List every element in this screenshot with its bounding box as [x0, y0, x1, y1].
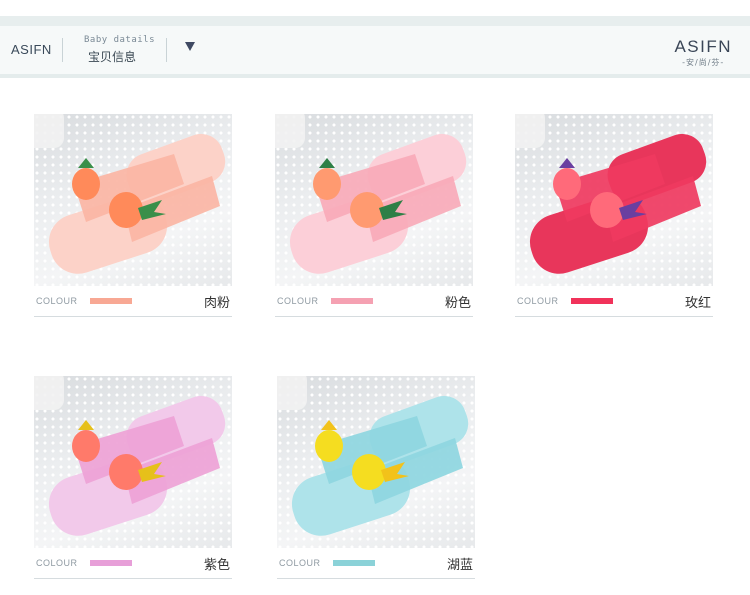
divider-line — [275, 316, 473, 317]
color-name: 湖蓝 — [446, 558, 473, 573]
product-photo — [515, 114, 713, 286]
colour-label: COLOUR — [36, 296, 78, 306]
logo-text: ASIFN — [674, 37, 732, 56]
color-name: 玫红 — [684, 296, 711, 311]
product-photo — [34, 376, 232, 548]
brand-logo: ASIFN -安/尚/芬- — [674, 37, 732, 68]
divider-line — [515, 316, 713, 317]
section-subtitle-en: Baby datails — [84, 35, 156, 45]
product-card: COLOUR 粉色 — [275, 114, 473, 317]
divider-line — [277, 578, 475, 579]
product-photo — [277, 376, 475, 548]
divider — [166, 38, 167, 62]
slipper-image — [291, 395, 469, 536]
color-row: COLOUR 湖蓝 — [277, 548, 475, 576]
product-card: COLOUR 肉粉 — [34, 114, 232, 317]
product-photo — [34, 114, 232, 286]
color-name: 肉粉 — [203, 296, 230, 311]
color-swatch — [331, 298, 373, 304]
triangle-down-icon — [185, 42, 195, 51]
color-swatch — [333, 560, 375, 566]
slipper-image — [289, 133, 467, 274]
brand-name: ASIFN — [11, 42, 52, 57]
product-photo — [275, 114, 473, 286]
color-swatch — [90, 560, 132, 566]
header-bar: ASIFN Baby datails 宝贝信息 ASIFN -安/尚/芬- — [0, 26, 750, 78]
product-card: COLOUR 湖蓝 — [277, 376, 475, 579]
color-row: COLOUR 肉粉 — [34, 286, 232, 314]
logo-subtext: -安/尚/芬- — [682, 58, 725, 67]
divider-line — [34, 578, 232, 579]
top-band — [0, 16, 750, 26]
slipper-image — [48, 395, 226, 536]
color-swatch — [571, 298, 613, 304]
colour-label: COLOUR — [279, 558, 321, 568]
colour-label: COLOUR — [517, 296, 559, 306]
colour-label: COLOUR — [36, 558, 78, 568]
slipper-image — [529, 133, 707, 274]
color-row: COLOUR 玫红 — [515, 286, 713, 314]
divider-line — [34, 316, 232, 317]
color-row: COLOUR 紫色 — [34, 548, 232, 576]
color-row: COLOUR 粉色 — [275, 286, 473, 314]
slipper-image — [48, 133, 226, 274]
color-swatch — [90, 298, 132, 304]
section-subtitle-cn: 宝贝信息 — [88, 50, 137, 64]
color-name: 紫色 — [203, 558, 230, 573]
product-card: COLOUR 玫红 — [515, 114, 713, 317]
color-name: 粉色 — [444, 296, 471, 311]
colour-label: COLOUR — [277, 296, 319, 306]
divider — [62, 38, 63, 62]
product-card: COLOUR 紫色 — [34, 376, 232, 579]
